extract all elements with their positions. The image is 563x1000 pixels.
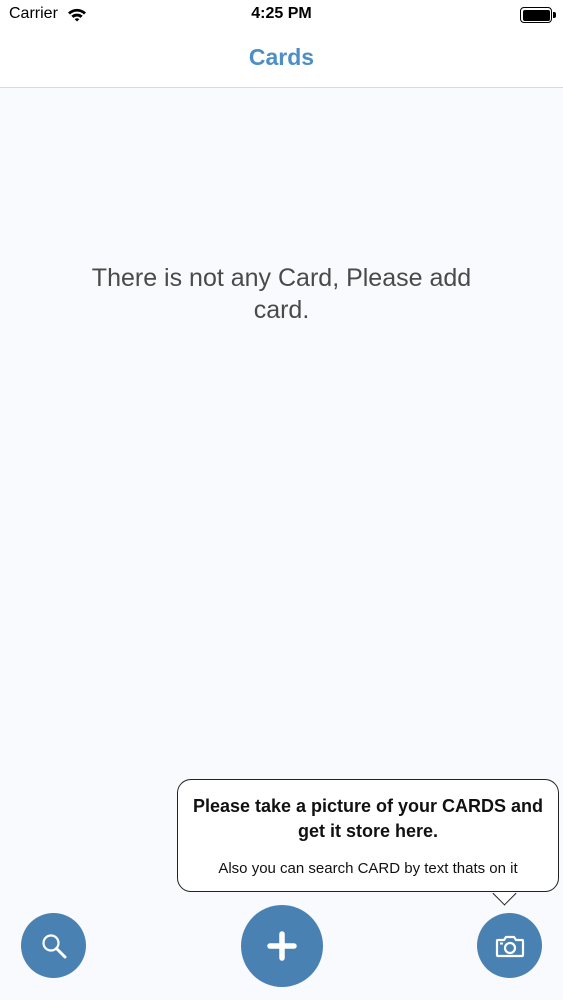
battery-cap: [553, 12, 556, 18]
tooltip-title: Please take a picture of your CARDS and …: [192, 796, 544, 841]
tooltip-subtitle: Also you can search CARD by text thats o…: [218, 860, 518, 877]
plus-icon: [267, 931, 297, 961]
status-bar: Carrier 4:25 PM: [0, 0, 563, 30]
camera-button[interactable]: [477, 913, 542, 978]
navigation-bar: Cards: [0, 30, 563, 88]
add-card-button[interactable]: [241, 905, 323, 987]
camera-icon: [495, 935, 524, 957]
search-button[interactable]: [21, 913, 86, 978]
empty-state-message: There is not any Card, Please add card.: [91, 264, 472, 324]
search-icon: [41, 933, 66, 958]
battery-level: [522, 9, 550, 21]
page-title: Cards: [248, 44, 315, 70]
camera-hint-tooltip: Please take a picture of your CARDS and …: [177, 779, 559, 892]
clock: 4:25 PM: [251, 5, 312, 22]
battery-icon: [520, 7, 552, 23]
